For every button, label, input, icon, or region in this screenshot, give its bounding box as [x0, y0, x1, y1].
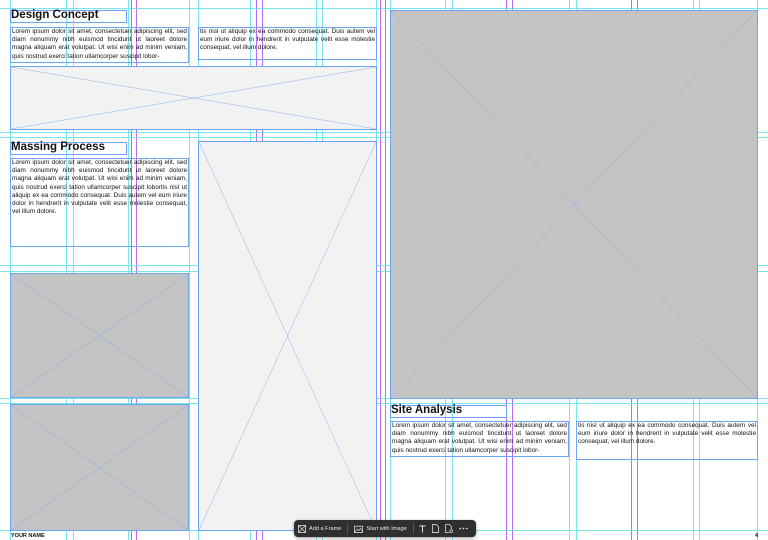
section-heading-design-concept[interactable]: Design Concept	[11, 8, 99, 22]
add-frame-label: Add a Frame	[309, 525, 342, 532]
page-settings-icon	[444, 524, 453, 533]
text-frame-site-analysis-2[interactable]: tis nisl ut aliquip ex ea commodo conseq…	[576, 421, 758, 460]
text-icon	[419, 524, 426, 532]
more-icon	[459, 527, 468, 530]
placeholder-cross-icon	[11, 274, 188, 397]
page-number: 4	[754, 533, 758, 539]
body-text: tis nisl ut aliquip ex ea commodo conseq…	[200, 28, 375, 52]
image-placeholder-massing-2[interactable]	[10, 404, 189, 531]
page-icon	[431, 524, 439, 533]
body-text: tis nisl ut aliquip ex ea commodo conseq…	[578, 422, 756, 446]
text-frame-massing-process[interactable]: Lorem ipsum dolor sit amet, consectetuer…	[10, 158, 189, 247]
image-placeholder-massing-1[interactable]	[10, 273, 189, 398]
toolbar-divider	[347, 523, 349, 534]
start-with-image-button[interactable]: Start with Image	[350, 520, 410, 537]
body-text: Lorem ipsum dolor sit amet, consectetuer…	[12, 159, 187, 216]
start-with-image-label: Start with Image	[366, 525, 407, 532]
text-frame-site-analysis-1[interactable]: Lorem ipsum dolor sit amet, consectetuer…	[390, 421, 569, 457]
placeholder-cross-icon	[199, 142, 376, 530]
body-text: Lorem ipsum dolor sit amet, consectetuer…	[12, 28, 187, 60]
page-button[interactable]	[429, 520, 442, 537]
image-icon	[354, 525, 364, 533]
text-tool-button[interactable]	[416, 520, 429, 537]
page-settings-button[interactable]	[442, 520, 456, 537]
placeholder-cross-icon	[11, 405, 188, 530]
more-options-button[interactable]	[456, 520, 471, 537]
add-frame-button[interactable]: Add a Frame	[294, 520, 345, 537]
image-placeholder-design-concept[interactable]	[10, 66, 377, 130]
text-frame-design-concept-1[interactable]: Lorem ipsum dolor sit amet, consectetuer…	[10, 27, 189, 63]
margin-guide	[385, 0, 386, 540]
toolbar-divider	[412, 523, 414, 534]
margin-guide	[380, 0, 381, 540]
footer-name: YOUR NAME	[11, 533, 45, 539]
section-heading-massing-process[interactable]: Massing Process	[11, 140, 105, 154]
image-placeholder-site-large[interactable]	[390, 10, 758, 399]
section-heading-site-analysis[interactable]: Site Analysis	[391, 403, 462, 417]
placeholder-cross-icon	[391, 11, 757, 398]
image-placeholder-massing-tall[interactable]	[198, 141, 377, 531]
placeholder-cross-icon	[11, 67, 376, 129]
body-text: Lorem ipsum dolor sit amet, consectetuer…	[392, 422, 567, 454]
frame-icon	[298, 524, 306, 533]
text-frame-design-concept-2[interactable]: tis nisl ut aliquip ex ea commodo conseq…	[198, 27, 377, 60]
contextual-taskbar: Add a Frame Start with Image	[294, 520, 476, 537]
row-guide	[0, 8, 768, 9]
